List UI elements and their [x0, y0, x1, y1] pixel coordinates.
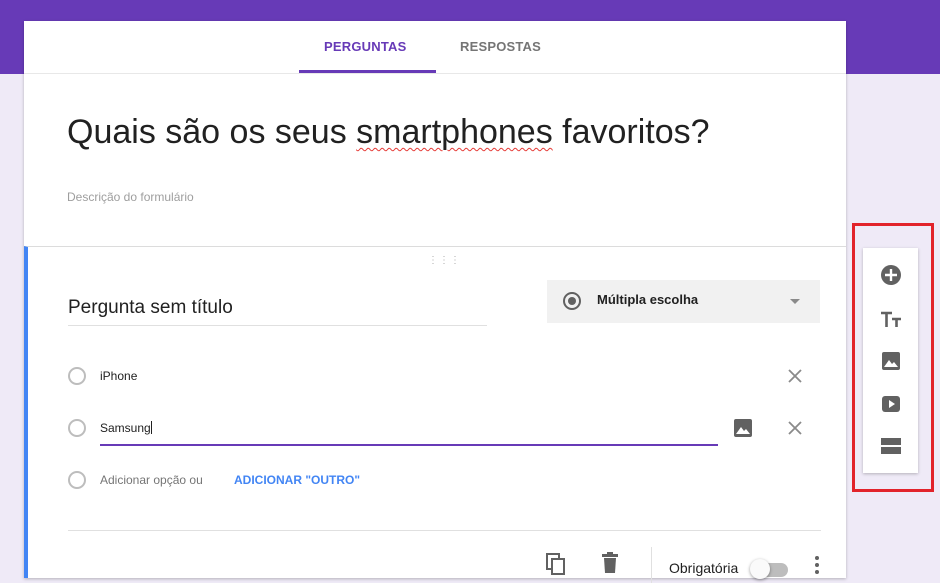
chevron-down-icon [790, 299, 800, 304]
radio-button-icon [563, 292, 581, 310]
form-title-end: favoritos? [552, 113, 710, 151]
drag-handle-icon[interactable]: ⋮⋮⋮ [428, 255, 461, 266]
form-description-field[interactable]: Descrição do formulário [67, 190, 194, 204]
footer-divider [68, 530, 821, 531]
question-type-label: Múltipla escolha [597, 292, 699, 307]
form-title-start: Quais são os seus [67, 113, 357, 151]
option-text-1[interactable]: iPhone [100, 369, 137, 383]
add-option-link[interactable]: Adicionar opção ou [100, 473, 203, 487]
required-label: Obrigatória [669, 560, 739, 576]
option-radio-icon [68, 367, 86, 385]
add-image-icon[interactable] [733, 418, 753, 438]
add-other-button[interactable]: ADICIONAR "OUTRO" [234, 473, 360, 487]
option-radio-icon [68, 419, 86, 437]
more-options-icon[interactable] [814, 555, 820, 580]
text-cursor [150, 421, 152, 434]
add-option-label: Adicionar opção [100, 473, 187, 487]
question-card: ⋮⋮⋮ Pergunta sem título Múltipla escolha… [24, 246, 846, 583]
active-tab-indicator [299, 70, 436, 73]
option-text-2-value: Samsung [100, 421, 151, 435]
question-type-dropdown[interactable]: Múltipla escolha [547, 280, 820, 323]
tab-bar: PERGUNTAS RESPOSTAS [24, 21, 846, 74]
active-input-underline [100, 444, 718, 446]
form-title[interactable]: Quais são os seus smartphones favoritos? [67, 113, 710, 152]
option-radio-icon [68, 471, 86, 489]
remove-option-2-icon[interactable] [787, 420, 803, 436]
required-toggle-knob[interactable] [750, 559, 770, 579]
tab-responses[interactable]: RESPOSTAS [460, 39, 541, 54]
question-title-input[interactable]: Pergunta sem título [68, 297, 487, 326]
delete-icon[interactable] [601, 552, 619, 579]
remove-option-1-icon[interactable] [787, 368, 803, 384]
duplicate-icon[interactable] [545, 552, 567, 581]
or-label: ou [189, 473, 203, 487]
form-card: PERGUNTAS RESPOSTAS Quais são os seus sm… [24, 21, 846, 583]
option-text-2[interactable]: Samsung [100, 421, 152, 435]
toolbar-highlight-box [852, 223, 934, 492]
tab-questions[interactable]: PERGUNTAS [324, 39, 406, 54]
form-title-misspelled-word: smartphones [356, 113, 553, 151]
